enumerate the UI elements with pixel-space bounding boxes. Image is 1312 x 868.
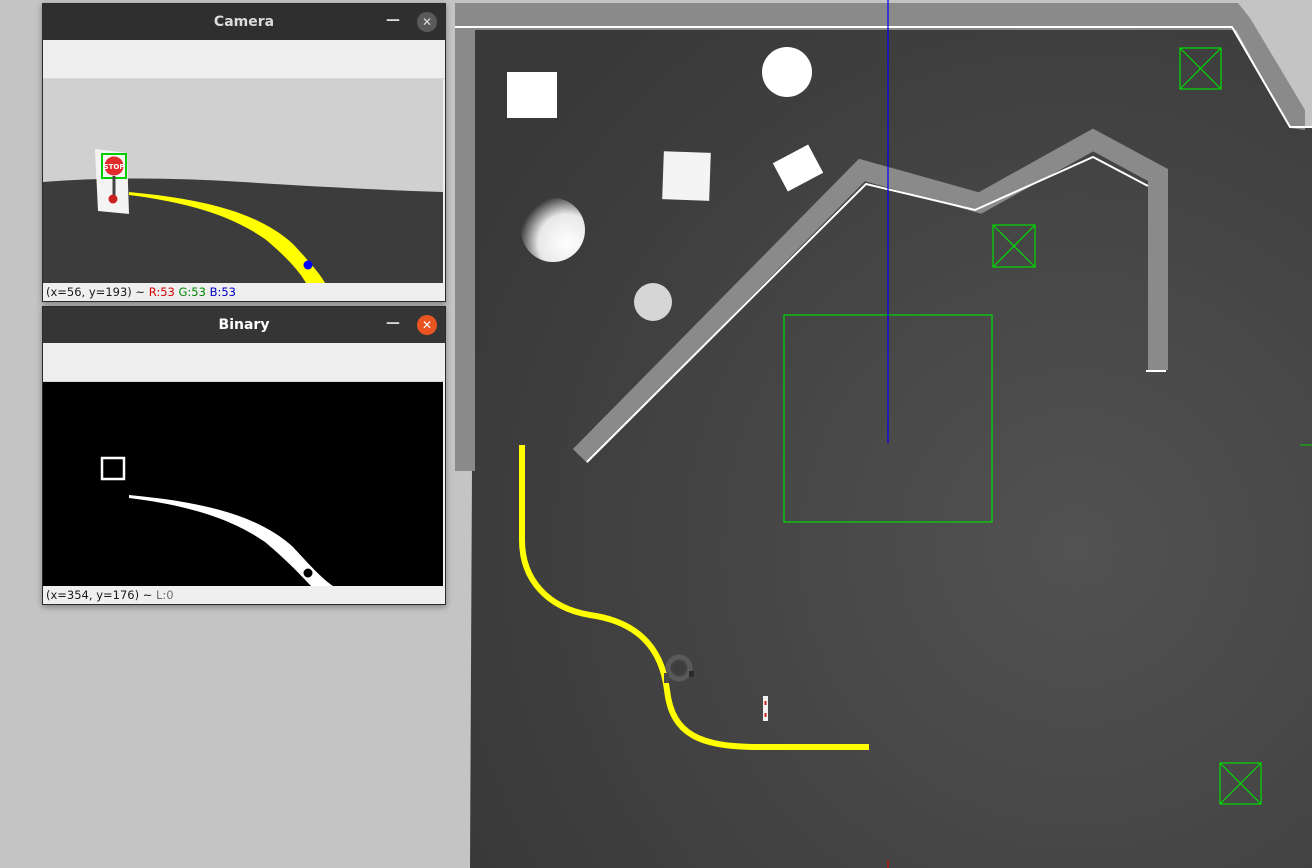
- binary-window-title: Binary: [218, 317, 270, 333]
- binary-titlebar[interactable]: Binary — ✕: [43, 307, 445, 343]
- left-outer-wall: [455, 3, 475, 471]
- binary-coords: (x=354, y=176) ~: [46, 588, 153, 602]
- stop-sign-text: STOP: [104, 163, 125, 171]
- binary-window[interactable]: Binary — ✕ (x=354, y=176) ~ L:0: [42, 306, 446, 605]
- camera-toolbar-strip: [43, 40, 445, 79]
- camera-coords: (x=56, y=193) ~: [46, 285, 146, 299]
- camera-statusbar: (x=56, y=193) ~ R:53 G:53 B:53: [43, 283, 445, 301]
- binary-l-value: L:0: [156, 588, 174, 602]
- camera-titlebar[interactable]: Camera — ✕: [43, 4, 445, 40]
- binary-statusbar: (x=354, y=176) ~ L:0: [43, 586, 445, 604]
- stop-sign-model: [763, 696, 768, 721]
- minimize-icon[interactable]: —: [383, 313, 403, 333]
- binary-toolbar-strip: [43, 343, 445, 382]
- binary-view[interactable]: [43, 382, 445, 586]
- camera-view[interactable]: STOP: [43, 79, 445, 283]
- stop-sign: STOP: [95, 149, 129, 214]
- white-box-2: [662, 151, 711, 201]
- camera-g-value: G:53: [178, 285, 206, 299]
- close-icon[interactable]: ✕: [417, 12, 437, 32]
- white-box-1: [507, 72, 557, 118]
- minimize-icon[interactable]: —: [383, 10, 403, 30]
- camera-window-title: Camera: [213, 14, 275, 30]
- camera-b-value: B:53: [209, 285, 236, 299]
- white-cylinder-1: [762, 47, 812, 97]
- binary-image: [43, 382, 443, 586]
- white-sphere: [521, 198, 585, 262]
- camera-r-value: R:53: [148, 285, 175, 299]
- camera-window[interactable]: Camera — ✕ STOP (x=56, y=193) ~ R:53 G:5…: [42, 3, 446, 302]
- close-icon[interactable]: ✕: [417, 315, 437, 335]
- camera-image: STOP: [43, 79, 443, 283]
- gray-cylinder: [634, 283, 672, 321]
